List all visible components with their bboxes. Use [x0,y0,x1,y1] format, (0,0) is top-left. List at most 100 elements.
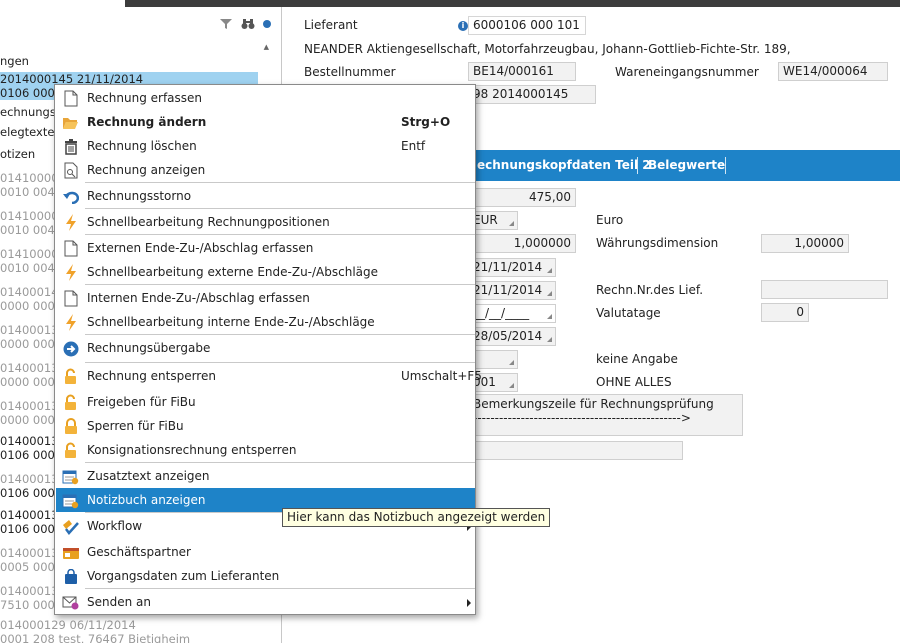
waehrungsdimension-field[interactable]: 1,00000 [761,234,849,253]
menu-item-sperren-fuer-fibu[interactable]: Sperren für FiBu [56,414,475,438]
tree-item[interactable]: echnungs [0,105,56,119]
menu-item-internen-ende-zu-abschlag-erfassen[interactable]: Internen Ende-Zu-/Abschlag erfassen [56,286,475,310]
menu-item-rechnung-entsperren[interactable]: Rechnung entsperren Umschalt+F5 [56,364,482,388]
tree-item[interactable]: 01400013 [0,584,59,598]
tree-item[interactable]: elegtexte [0,125,54,139]
tree-item[interactable]: 01400013 [0,472,59,486]
menu-item-schnellbearbeitung-interne-ende-zu-abschlaege[interactable]: Schnellbearbeitung interne Ende-Zu-/Absc… [56,310,475,334]
scroll-up-arrow-icon[interactable]: ▲ [264,43,269,51]
tree-item[interactable]: 0106 000 [0,486,55,500]
amount-field[interactable]: 475,00 [468,188,576,207]
trash-icon [62,138,79,155]
menu-item-geschaeftspartner[interactable]: Geschäftspartner [56,540,475,564]
tree-item[interactable]: 01400013 [0,399,59,413]
menu-item-schnellbearbeitung-externe-ende-zu-abschlaege[interactable]: Schnellbearbeitung externe Ende-Zu-/Absc… [56,260,475,284]
date-field-empty[interactable]: __/__/____ [468,304,556,323]
document-icon [62,240,79,257]
menu-item-vorgangsdaten-zum-lieferanten[interactable]: Vorgangsdaten zum Lieferanten [56,564,475,588]
bemerkung-line-2: ----------------------------------------… [473,411,691,425]
menu-item-label: Rechnung löschen [87,139,197,153]
tree-item[interactable]: otizen [0,147,35,161]
tree-item[interactable]: 01410000 [0,171,59,185]
tree-item[interactable]: 0005 000 [0,560,55,574]
menu-item-externen-ende-zu-abschlag-erfassen[interactable]: Externen Ende-Zu-/Abschlag erfassen [56,236,475,260]
rechn-nr-field[interactable] [761,280,888,299]
tree-item[interactable]: 0000 000 [0,337,55,351]
menu-item-label: Sperren für FiBu [87,419,184,433]
menu-item-label: Internen Ende-Zu-/Abschlag erfassen [87,291,310,305]
menu-separator [85,182,475,183]
tree-item[interactable]: 0000 000 [0,413,55,427]
calendar-note-icon [62,492,79,509]
extra-field[interactable] [468,441,683,460]
tree-item[interactable]: 01400013 [0,546,59,560]
tree-item[interactable]: 0106 000 [0,448,55,462]
menu-separator [85,234,475,235]
menu-item-label: Schnellbearbeitung interne Ende-Zu-/Absc… [87,315,375,329]
tree-item[interactable]: 01410000 [0,247,59,261]
tree-item[interactable]: 0000 000 [0,299,55,313]
workflow-icon [62,518,79,535]
tree-item[interactable]: 0010 004 [0,261,55,275]
tree-item[interactable]: 01400014 [0,285,59,299]
unlock-icon [62,442,79,459]
tree-item[interactable]: 0010 004 [0,185,55,199]
document-icon [62,290,79,307]
info-icon[interactable]: i [458,21,468,31]
tree-item[interactable]: 0001 208 test, 76467 Bietigheim [0,632,190,643]
wareneingang-field[interactable]: WE14/000064 [778,62,888,81]
window-top-bar [125,0,900,7]
tree-item[interactable]: ngen [0,54,29,68]
menu-item-schnellbearbeitung-rechnungpositionen[interactable]: Schnellbearbeitung Rechnungpositionen [56,210,475,234]
tab-belegwerte[interactable]: Belegwerte [648,150,725,181]
date-field-1[interactable]: 21/11/2014 [468,258,556,277]
exchange-rate-field[interactable]: 1,000000 [468,234,576,253]
menu-item-rechnungsuebergabe[interactable]: Rechnungsübergabe [56,336,475,360]
date-field-2[interactable]: 21/11/2014 [468,281,556,300]
tree-item[interactable]: 01400013 [0,361,59,375]
menu-item-zusatztext-anzeigen[interactable]: Zusatztext anzeigen [56,464,475,488]
menu-item-label: Externen Ende-Zu-/Abschlag erfassen [87,241,314,255]
menu-item-rechnung-loeschen[interactable]: Rechnung löschen Entf [56,134,475,158]
tab-rechnungskopfdaten-teil-2[interactable]: echnungskopfdaten Teil 2 [477,150,651,181]
lieferant-value[interactable]: 6000106 000 101 [468,16,586,35]
menu-item-senden-an[interactable]: Senden an [56,590,475,614]
tooltip: Hier kann das Notizbuch angezeigt werden [282,508,551,527]
menu-item-label: Rechnungsübergabe [87,341,211,355]
bestellnummer-field[interactable]: BE14/000161 [468,62,576,81]
menu-separator [85,588,475,589]
menu-item-rechnungsstorno[interactable]: Rechnungsstorno [56,184,475,208]
tree-item[interactable]: 01410000 [0,209,59,223]
invoice-number-field[interactable]: 98 2014000145 [468,85,596,104]
currency-name: Euro [596,213,624,227]
filter-icon[interactable] [219,17,233,31]
menu-item-konsignationsrechnung-entsperren[interactable]: Konsignationsrechnung entsperren [56,438,475,462]
menu-item-rechnung-erfassen[interactable]: Rechnung erfassen [56,86,475,110]
menu-separator [85,334,475,335]
menu-item-shortcut: Umschalt+F5 [401,369,482,383]
date-field-3[interactable]: 28/05/2014 [468,327,556,346]
menu-item-label: Rechnung ändern [87,115,207,129]
tree-item[interactable]: 01400013 [0,323,59,337]
tree-item[interactable]: 7510 000 [0,598,55,612]
tab-separator [725,157,726,174]
tree-item[interactable]: 01400013 [0,508,59,522]
menu-separator [85,462,475,463]
menu-item-label: Workflow [87,519,143,533]
tree-item[interactable]: 0010 004 [0,223,55,237]
tree-item[interactable]: 0106 000 [0,522,55,536]
menu-item-label: Rechnung entsperren [87,369,216,383]
bemerkung-textarea[interactable]: Bemerkungszeile für Rechnungsprüfung ---… [468,394,743,436]
menu-item-label: Schnellbearbeitung externe Ende-Zu-/Absc… [87,265,379,279]
menu-item-label: Vorgangsdaten zum Lieferanten [87,569,280,583]
tree-item[interactable]: 0000 000 [0,375,55,389]
valutatage-field[interactable]: 0 [761,303,809,322]
tree-item[interactable]: 014000129 06/11/2014 [0,618,136,632]
tree-item[interactable]: 01400013 [0,434,59,448]
menu-item-freigeben-fuer-fibu[interactable]: Freigeben für FiBu [56,390,475,414]
document-icon [62,90,79,107]
binoculars-icon[interactable] [241,17,255,31]
unlock-icon [62,394,79,411]
menu-item-rechnung-anzeigen[interactable]: Rechnung anzeigen [56,158,475,182]
menu-item-rechnung-aendern[interactable]: Rechnung ändern Strg+O [56,110,475,134]
